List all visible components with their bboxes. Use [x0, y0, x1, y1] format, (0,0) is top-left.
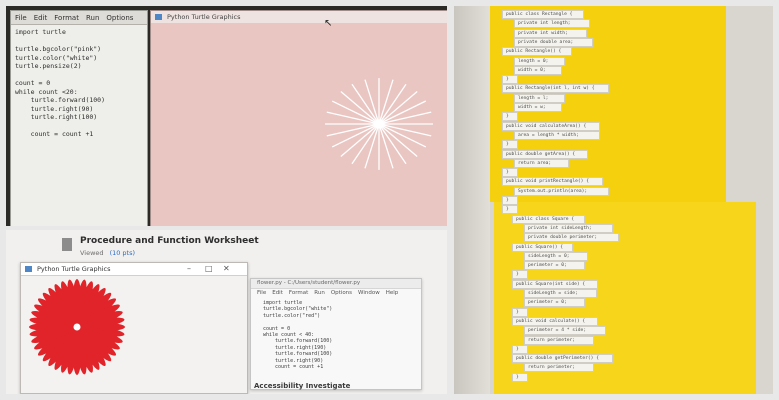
points-badge: (10 pts): [109, 249, 136, 257]
turtle-window-titlebar: Python Turtle Graphics – □ ✕: [21, 263, 247, 276]
code-strip: public void printRectangle() {: [502, 177, 603, 187]
code-strip: sideLength = side;: [524, 289, 598, 298]
code-strip: public Rectangle() {: [502, 47, 572, 57]
code-strip: public void calculate() {: [512, 316, 598, 326]
code-strip: }: [502, 112, 518, 122]
code-strip: length = 0;: [514, 56, 566, 66]
mouse-cursor-icon: ↖: [324, 18, 333, 29]
python-icon: [155, 14, 162, 20]
menu-file[interactable]: File: [257, 289, 266, 298]
turtle-window-title: Python Turtle Graphics: [167, 13, 241, 21]
code-strip: private double area;: [514, 37, 594, 47]
worksheet-status-label: Viewed: [80, 249, 104, 257]
code-strip: private int sideLength;: [524, 223, 613, 233]
menu-run[interactable]: Run: [314, 289, 325, 298]
code-strip: sideLength = 0;: [524, 251, 588, 261]
code-strip: public class Square {: [512, 214, 586, 224]
code-line: turtle.forward(100): [15, 96, 106, 104]
code-strip: }: [512, 270, 528, 280]
minimize-icon[interactable]: –: [187, 263, 191, 275]
python-editor-window: File Edit Format Run Options import turt…: [10, 10, 148, 226]
code-strip: length = l;: [514, 93, 566, 103]
menu-window[interactable]: Window: [358, 289, 380, 298]
worksheet-status: Viewed (10 pts): [80, 249, 135, 257]
code-line: turtle.bgcolor("pink"): [15, 45, 102, 53]
editor-menubar: File Edit Format Run Options Window Help: [251, 289, 421, 298]
code-strip: public class Rectangle {: [502, 10, 585, 19]
menu-options[interactable]: Options: [106, 14, 133, 22]
code-line: import turtle: [15, 28, 66, 36]
code-strip: return perimeter;: [524, 363, 594, 373]
code-strip: perimeter = 4 * side;: [524, 326, 607, 336]
code-line: count = count +1: [15, 130, 94, 138]
maximize-icon[interactable]: □: [205, 263, 213, 275]
code-strip: }: [502, 196, 518, 205]
code-strip: return perimeter;: [524, 335, 594, 345]
code-strip: return area;: [514, 158, 569, 168]
page-footer-text: Accessibility Investigate: [254, 382, 351, 390]
turtle-canvas: [151, 23, 447, 226]
code-line: turtle.pensize(2): [15, 62, 82, 70]
code-strip: }: [512, 372, 528, 382]
code-strip: private int width;: [514, 28, 588, 38]
close-icon[interactable]: ✕: [223, 263, 230, 275]
menu-file[interactable]: File: [15, 14, 27, 22]
python-icon: [25, 266, 32, 272]
code-strip: public double getPerimeter() {: [512, 354, 613, 364]
code-strip: }: [502, 168, 518, 178]
editor-code-area[interactable]: import turtle turtle.bgcolor("pink") turt…: [15, 28, 147, 139]
code-strip: perimeter = 0;: [524, 298, 585, 308]
code-line: while count <20:: [15, 87, 78, 96]
menu-run[interactable]: Run: [86, 14, 99, 22]
code-strip: public void calculateArea() {: [502, 121, 600, 131]
code-strip: }: [512, 307, 528, 317]
code-strip: public Square(int side) {: [512, 279, 598, 289]
document-icon: [62, 238, 72, 251]
photo-python-idle-pink-turtle: File Edit Format Run Options import turt…: [6, 6, 447, 226]
python-editor-window-b: flower.py - C:/Users/student/flower.py F…: [250, 278, 422, 390]
code-strip: }: [512, 344, 528, 354]
turtle-window-title: Python Turtle Graphics: [37, 265, 111, 273]
code-line: count = count +1: [263, 364, 324, 371]
code-strip: System.out.println(area);: [514, 186, 609, 196]
code-strip: area = length * width;: [514, 130, 600, 140]
menu-edit[interactable]: Edit: [272, 289, 283, 298]
editor-code-area[interactable]: import turtle turtle.bgcolor("white") turt…: [263, 300, 421, 370]
code-line: turtle.right(100): [15, 113, 98, 121]
menu-options[interactable]: Options: [331, 289, 352, 298]
code-line: turtle.color("white"): [15, 53, 98, 62]
menu-edit[interactable]: Edit: [34, 14, 48, 22]
editor-titlebar: flower.py - C:/Users/student/flower.py: [251, 279, 421, 289]
worksheet-title: Procedure and Function Worksheet: [80, 236, 259, 246]
code-strip: }: [502, 140, 518, 150]
code-strip: public Square() {: [512, 242, 573, 252]
code-line: count = 0: [15, 79, 51, 87]
white-star-drawing: [325, 78, 433, 170]
photo-worksheet-red-turtle: Procedure and Function Worksheet Viewed (…: [6, 230, 447, 394]
editor-menubar: File Edit Format Run Options: [11, 11, 147, 25]
background-shadow: [454, 6, 490, 394]
code-line: turtle.right(90): [15, 104, 94, 113]
code-strip: private int length;: [514, 19, 591, 29]
code-strip: private double perimeter;: [524, 233, 619, 243]
code-strip: }: [502, 75, 518, 85]
code-strip: }: [502, 205, 518, 215]
code-strip: public double getArea() {: [502, 149, 588, 159]
menu-help[interactable]: Help: [386, 289, 399, 298]
red-flower-drawing: [29, 279, 125, 375]
menu-format[interactable]: Format: [289, 289, 308, 298]
turtle-graphics-window-red: Python Turtle Graphics – □ ✕: [20, 262, 248, 394]
code-strip: width = w;: [514, 103, 563, 112]
code-strip: public Rectangle(int l, int w) {: [502, 84, 610, 94]
code-strip: perimeter = 0;: [524, 261, 585, 271]
photo-yellow-code-strips-poster: public class Rectangle { private int len…: [454, 6, 773, 394]
turtle-graphics-window: Python Turtle Graphics: [150, 10, 447, 226]
code-strip: width = 0;: [514, 65, 563, 75]
menu-format[interactable]: Format: [54, 14, 79, 22]
flower-center: [73, 323, 81, 331]
